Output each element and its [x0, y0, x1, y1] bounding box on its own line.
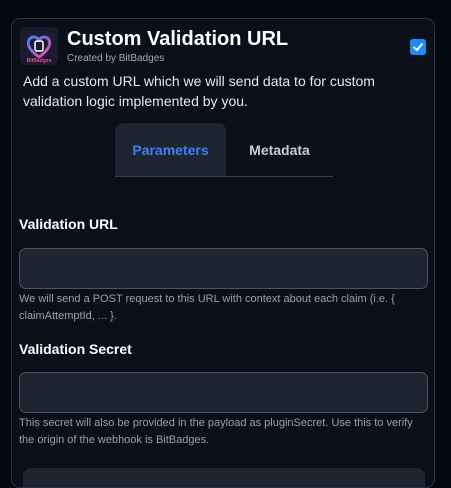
tab-bar: Parameters Metadata [115, 123, 333, 177]
tab-metadata[interactable]: Metadata [226, 123, 333, 176]
plugin-description: Add a custom URL which we will send data… [23, 73, 375, 109]
tab-parameters[interactable]: Parameters [115, 123, 226, 176]
next-section-panel [23, 468, 425, 487]
bitbadges-logo-icon: BitBadges [20, 27, 58, 65]
validation-url-input[interactable] [19, 248, 428, 289]
validation-url-label: Validation URL [19, 216, 118, 232]
logo-text: BitBadges [27, 58, 52, 64]
checkmark-icon [413, 43, 423, 51]
plugin-card: BitBadges Custom Validation URL Created … [11, 18, 435, 488]
plugin-creator: Created by BitBadges [67, 53, 165, 64]
enable-checkbox[interactable] [410, 39, 426, 55]
bitbadges-logo: BitBadges [20, 27, 58, 65]
validation-url-help: We will send a POST request to this URL … [19, 293, 395, 322]
plugin-header: BitBadges Custom Validation URL Created … [20, 27, 426, 67]
plugin-title: Custom Validation URL [67, 28, 289, 50]
validation-secret-input[interactable] [19, 372, 428, 413]
validation-secret-help: This secret will also be provided in the… [19, 417, 413, 446]
validation-secret-label: Validation Secret [19, 341, 132, 357]
